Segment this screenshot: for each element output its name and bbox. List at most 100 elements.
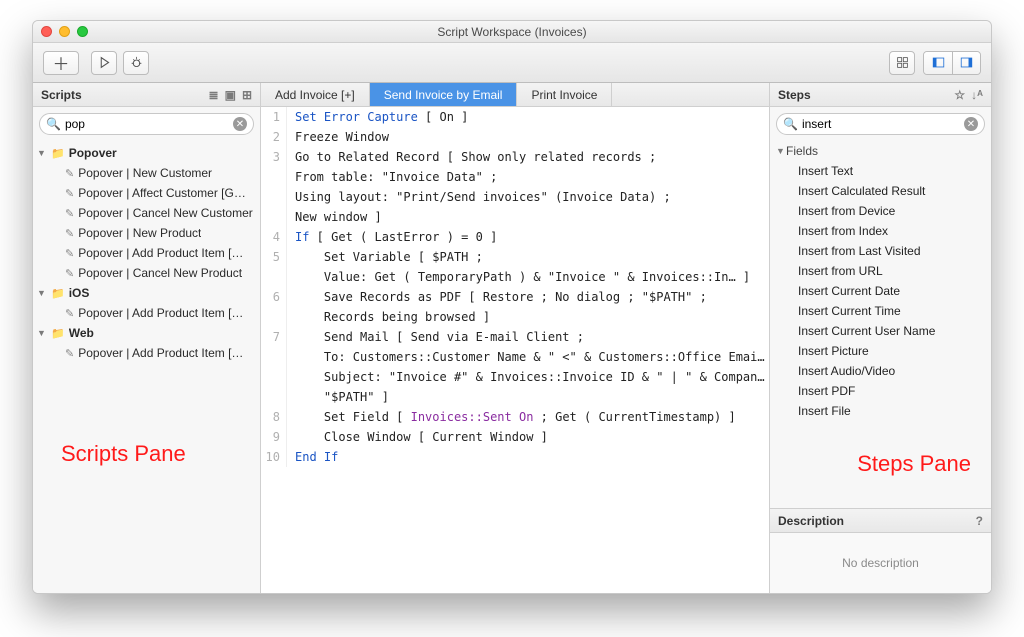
- line-number: [261, 267, 287, 287]
- script-row[interactable]: ✎Popover | Add Product Item […: [33, 303, 260, 323]
- scripts-search-input[interactable]: [65, 117, 229, 131]
- search-icon: 🔍: [783, 117, 798, 131]
- step-item[interactable]: Insert Text: [770, 161, 991, 181]
- script-row[interactable]: ✎Popover | Cancel New Customer: [33, 203, 260, 223]
- list-view-icon[interactable]: ≣: [209, 88, 219, 102]
- titlebar: Script Workspace (Invoices): [33, 21, 991, 43]
- debug-button[interactable]: [123, 51, 149, 75]
- code-line[interactable]: From table: "Invoice Data" ;: [261, 167, 769, 187]
- step-item[interactable]: Insert Current Date: [770, 281, 991, 301]
- folder-row[interactable]: ▼📁Web: [33, 323, 260, 343]
- steps-search[interactable]: 🔍 ✕: [776, 113, 985, 135]
- step-item[interactable]: Insert Audio/Video: [770, 361, 991, 381]
- app-window: Script Workspace (Invoices) ＋: [32, 20, 992, 594]
- line-number: 8: [261, 407, 287, 427]
- help-icon[interactable]: ?: [976, 514, 983, 528]
- editor-tab[interactable]: Print Invoice: [517, 83, 612, 106]
- scripts-search[interactable]: 🔍 ✕: [39, 113, 254, 135]
- right-pane-icon: [960, 56, 973, 69]
- script-row[interactable]: ✎Popover | Affect Customer [G…: [33, 183, 260, 203]
- step-item[interactable]: Insert from Device: [770, 201, 991, 221]
- new-item-icon[interactable]: ⊞: [242, 88, 252, 102]
- play-icon: [98, 56, 111, 69]
- step-item[interactable]: Insert PDF: [770, 381, 991, 401]
- editor-tab[interactable]: Send Invoice by Email: [370, 83, 518, 106]
- script-label: Popover | Add Product Item […: [78, 246, 243, 260]
- script-row[interactable]: ✎Popover | New Customer: [33, 163, 260, 183]
- code-line[interactable]: Subject: "Invoice #" & Invoices::Invoice…: [261, 367, 769, 387]
- code-text: Subject: "Invoice #" & Invoices::Invoice…: [287, 367, 765, 387]
- step-group-label: Fields: [786, 144, 818, 158]
- script-row[interactable]: ✎Popover | New Product: [33, 223, 260, 243]
- step-item[interactable]: Insert Picture: [770, 341, 991, 361]
- code-line[interactable]: 8 Set Field [ Invoices::Sent On ; Get ( …: [261, 407, 769, 427]
- script-row[interactable]: ✎Popover | Add Product Item […: [33, 343, 260, 363]
- editor-tab[interactable]: Add Invoice [+]: [261, 83, 370, 106]
- layout-options-button[interactable]: [889, 51, 915, 75]
- clear-search-button[interactable]: ✕: [964, 117, 978, 131]
- code-text: Close Window [ Current Window ]: [287, 427, 548, 447]
- line-number: 1: [261, 107, 287, 127]
- steps-pane-header: Steps ☆ ↓ᴬ: [770, 83, 991, 107]
- scripts-tree[interactable]: ▼📁Popover✎Popover | New Customer✎Popover…: [33, 141, 260, 593]
- code-line[interactable]: 10End If: [261, 447, 769, 467]
- step-item[interactable]: Insert from Index: [770, 221, 991, 241]
- zoom-window-button[interactable]: [77, 26, 88, 37]
- code-line[interactable]: 9 Close Window [ Current Window ]: [261, 427, 769, 447]
- steps-search-input[interactable]: [802, 117, 960, 131]
- toggle-left-pane-button[interactable]: [924, 52, 952, 74]
- code-line[interactable]: Value: Get ( TemporaryPath ) & "Invoice …: [261, 267, 769, 287]
- line-number: [261, 187, 287, 207]
- code-line[interactable]: 1Set Error Capture [ On ]: [261, 107, 769, 127]
- code-line[interactable]: 7 Send Mail [ Send via E-mail Client ;: [261, 327, 769, 347]
- folder-row[interactable]: ▼📁Popover: [33, 143, 260, 163]
- minimize-window-button[interactable]: [59, 26, 70, 37]
- code-line[interactable]: 2Freeze Window: [261, 127, 769, 147]
- toggle-right-pane-button[interactable]: [952, 52, 980, 74]
- step-item[interactable]: Insert from URL: [770, 261, 991, 281]
- line-number: [261, 167, 287, 187]
- script-icon: ✎: [65, 187, 74, 200]
- code-line[interactable]: To: Customers::Customer Name & " <" & Cu…: [261, 347, 769, 367]
- step-item[interactable]: Insert Current User Name: [770, 321, 991, 341]
- search-icon: 🔍: [46, 117, 61, 131]
- code-line[interactable]: 4If [ Get ( LastError ) = 0 ]: [261, 227, 769, 247]
- folder-label: Web: [69, 326, 94, 340]
- folder-label: iOS: [69, 286, 90, 300]
- close-window-button[interactable]: [41, 26, 52, 37]
- step-item[interactable]: Insert File: [770, 401, 991, 421]
- script-icon: ✎: [65, 247, 74, 260]
- steps-list[interactable]: ▼ Fields Insert TextInsert Calculated Re…: [770, 141, 991, 508]
- step-item[interactable]: Insert Calculated Result: [770, 181, 991, 201]
- line-number: 10: [261, 447, 287, 467]
- scripts-pane-header: Scripts ≣ ▣ ⊞: [33, 83, 260, 107]
- step-group[interactable]: ▼ Fields: [770, 141, 991, 161]
- script-icon: ✎: [65, 267, 74, 280]
- code-line[interactable]: 5 Set Variable [ $PATH ;: [261, 247, 769, 267]
- code-line[interactable]: Using layout: "Print/Send invoices" (Inv…: [261, 187, 769, 207]
- code-line[interactable]: 6 Save Records as PDF [ Restore ; No dia…: [261, 287, 769, 307]
- code-text: End If: [287, 447, 338, 467]
- sort-icon[interactable]: ↓ᴬ: [971, 88, 983, 102]
- script-icon: ✎: [65, 347, 74, 360]
- new-script-button[interactable]: ＋: [43, 51, 79, 75]
- favorite-icon[interactable]: ☆: [954, 88, 965, 102]
- code-text: Set Field [ Invoices::Sent On ; Get ( Cu…: [287, 407, 736, 427]
- code-line[interactable]: "$PATH" ]: [261, 387, 769, 407]
- clear-search-button[interactable]: ✕: [233, 117, 247, 131]
- code-line[interactable]: New window ]: [261, 207, 769, 227]
- line-number: 6: [261, 287, 287, 307]
- folder-row[interactable]: ▼📁iOS: [33, 283, 260, 303]
- step-item[interactable]: Insert from Last Visited: [770, 241, 991, 261]
- script-editor[interactable]: 1Set Error Capture [ On ]2Freeze Window3…: [261, 107, 769, 593]
- run-button[interactable]: [91, 51, 117, 75]
- folder-icon: 📁: [51, 287, 65, 300]
- script-row[interactable]: ✎ Popover | Add Product Item […: [33, 243, 260, 263]
- code-line[interactable]: Records being browsed ]: [261, 307, 769, 327]
- step-item[interactable]: Insert Current Time: [770, 301, 991, 321]
- steps-pane: Steps ☆ ↓ᴬ 🔍 ✕ ▼ Fields Insert TextIns: [769, 83, 991, 593]
- code-line[interactable]: 3Go to Related Record [ Show only relate…: [261, 147, 769, 167]
- script-label: Popover | New Product: [78, 226, 201, 240]
- script-row[interactable]: ✎Popover | Cancel New Product: [33, 263, 260, 283]
- new-folder-icon[interactable]: ▣: [225, 88, 236, 102]
